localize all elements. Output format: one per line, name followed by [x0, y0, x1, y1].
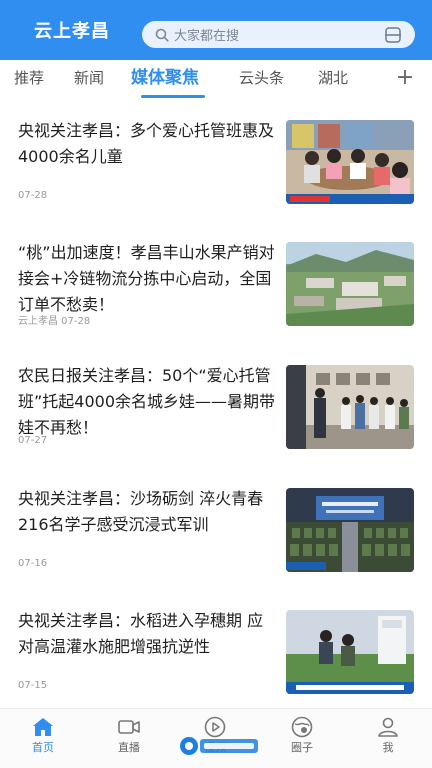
home-icon: [31, 715, 55, 739]
news-thumbnail: [286, 365, 414, 449]
tab-cloud-headline[interactable]: 云头条: [239, 60, 284, 100]
news-title: 央视关注孝昌：沙场砺剑 淬火青春 216名学子感受沉浸式军训: [18, 489, 264, 534]
news-thumbnail: [286, 120, 414, 204]
news-item[interactable]: “桃”出加速度！孝昌丰山水果产销对接会+冷链物流分拣中心启动，全国订单不愁卖！ …: [0, 232, 432, 354]
tab-media-focus[interactable]: 媒体聚焦: [131, 60, 199, 100]
news-thumbnail: [286, 610, 414, 694]
add-channel-button[interactable]: +: [394, 60, 416, 100]
news-title: 央视关注孝昌：水稻进入孕穗期 应对高温灌水施肥增强抗逆性: [18, 611, 264, 656]
app-title: 云上孝昌: [34, 21, 110, 42]
watermark-logo: [178, 733, 260, 759]
circle-community-icon: [290, 715, 314, 739]
nav-live[interactable]: 直播: [99, 709, 159, 768]
news-title: 农民日报关注孝昌：50个“爱心托管班”托起4000余名城乡娃——暑期带娃不再愁！: [18, 366, 276, 437]
tab-recommend[interactable]: 推荐: [14, 60, 44, 100]
news-item[interactable]: 央视关注孝昌：水稻进入孕穗期 应对高温灌水施肥增强抗逆性 07-15: [0, 600, 432, 722]
news-item[interactable]: 央视关注孝昌：多个爱心托管班惠及4000余名儿童 07-28: [0, 110, 432, 232]
search-icon: [154, 27, 170, 43]
news-item[interactable]: 农民日报关注孝昌：50个“爱心托管班”托起4000余名城乡娃——暑期带娃不再愁！…: [0, 355, 432, 477]
tab-hubei[interactable]: 湖北: [318, 60, 348, 100]
tab-news[interactable]: 新闻: [74, 60, 104, 100]
news-title: “桃”出加速度！孝昌丰山水果产销对接会+冷链物流分拣中心启动，全国订单不愁卖！: [18, 243, 275, 314]
news-meta: 07-28: [18, 190, 48, 201]
news-item[interactable]: 央视关注孝昌：沙场砺剑 淬火青春 216名学子感受沉浸式军训 07-16: [0, 478, 432, 600]
search-placeholder: 大家都在搜: [174, 29, 240, 44]
search-box[interactable]: 大家都在搜: [142, 21, 415, 48]
active-tab-indicator: [141, 95, 205, 98]
news-meta: 07-27: [18, 435, 48, 446]
nav-me-label: 我: [382, 741, 394, 754]
nav-circle[interactable]: 圈子: [272, 709, 332, 768]
channel-tabs: 推荐 新闻 媒体聚焦 云头条 湖北 +: [0, 60, 432, 100]
news-meta: 云上孝昌 07-28: [18, 316, 91, 327]
nav-home[interactable]: 首页: [13, 709, 73, 768]
top-header: 云上孝昌 大家都在搜: [0, 0, 432, 60]
video-camera-icon: [117, 715, 141, 739]
user-icon: [376, 715, 400, 739]
news-thumbnail: [286, 242, 414, 326]
nav-circle-label: 圈子: [291, 741, 313, 754]
news-meta: 07-15: [18, 680, 48, 691]
news-thumbnail: [286, 488, 414, 572]
news-meta: 07-16: [18, 558, 48, 569]
nav-live-label: 直播: [118, 741, 140, 754]
news-title: 央视关注孝昌：多个爱心托管班惠及4000余名儿童: [18, 121, 275, 166]
scan-icon[interactable]: [384, 26, 402, 44]
nav-me[interactable]: 我: [358, 709, 418, 768]
nav-home-label: 首页: [32, 741, 54, 754]
